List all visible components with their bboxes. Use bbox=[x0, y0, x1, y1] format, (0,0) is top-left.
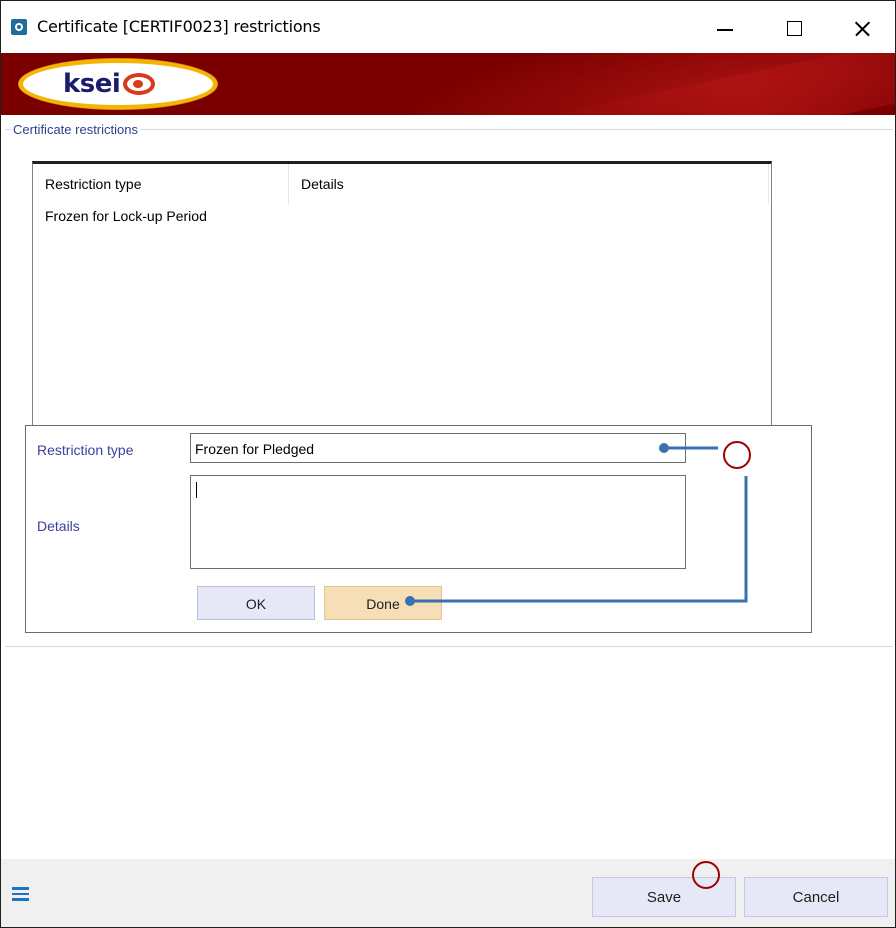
restrictions-list[interactable]: Restriction type Details Frozen for Lock… bbox=[32, 161, 772, 433]
column-separator bbox=[768, 164, 769, 204]
save-button[interactable]: Save bbox=[592, 877, 736, 917]
minimize-icon[interactable] bbox=[701, 11, 747, 45]
title-bar: Certificate [CERTIF0023] restrictions bbox=[1, 1, 895, 53]
group-label: Certificate restrictions bbox=[11, 122, 140, 137]
ksei-logo: ksei bbox=[19, 59, 217, 109]
close-icon[interactable] bbox=[839, 11, 885, 45]
footer-bar: Save Cancel bbox=[1, 859, 895, 927]
ok-button[interactable]: OK bbox=[197, 586, 315, 620]
column-separator bbox=[288, 164, 289, 204]
details-textarea[interactable] bbox=[190, 475, 686, 569]
column-header-details[interactable]: Details bbox=[301, 176, 344, 192]
window-title: Certificate [CERTIF0023] restrictions bbox=[37, 17, 321, 36]
text-caret bbox=[196, 482, 197, 498]
restriction-type-label: Restriction type bbox=[37, 442, 134, 458]
divider bbox=[5, 646, 893, 647]
restriction-type-combobox[interactable]: Frozen for Pledged bbox=[190, 433, 686, 463]
hamburger-menu-icon[interactable] bbox=[12, 887, 29, 901]
header-banner: ksei bbox=[1, 53, 895, 115]
restriction-editor-panel: Restriction type Frozen for Pledged Deta… bbox=[25, 425, 812, 633]
logo-mark-icon bbox=[123, 73, 155, 95]
logo-text: ksei bbox=[63, 69, 121, 99]
app-icon bbox=[11, 19, 27, 35]
done-button[interactable]: Done bbox=[324, 586, 442, 620]
maximize-icon[interactable] bbox=[771, 11, 817, 45]
list-item[interactable]: Frozen for Lock-up Period bbox=[45, 208, 207, 224]
list-item-restriction-type: Frozen for Lock-up Period bbox=[45, 208, 207, 224]
column-header-restriction-type[interactable]: Restriction type bbox=[45, 176, 141, 192]
cancel-button[interactable]: Cancel bbox=[744, 877, 888, 917]
details-label: Details bbox=[37, 518, 80, 534]
certificate-restrictions-window: Certificate [CERTIF0023] restrictions ks… bbox=[0, 0, 896, 928]
